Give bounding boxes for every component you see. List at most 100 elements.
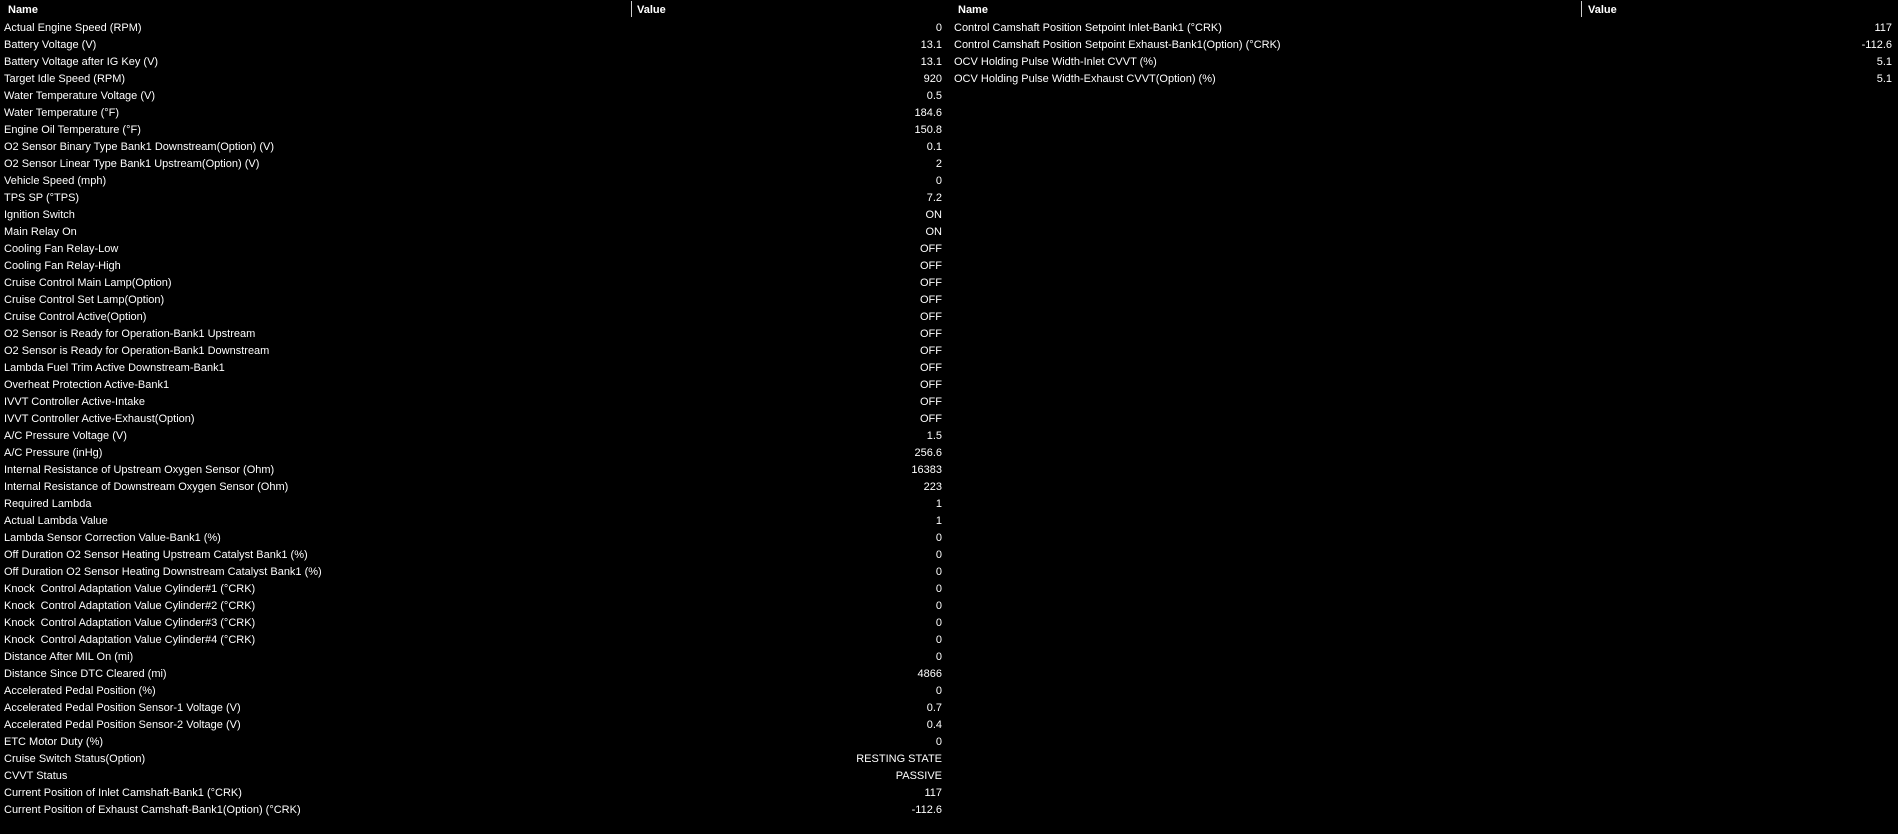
- table-row[interactable]: Lambda Sensor Correction Value-Bank1 (%)…: [0, 530, 950, 547]
- row-value: 2: [935, 158, 942, 170]
- row-name: Current Position of Inlet Camshaft-Bank1…: [4, 787, 242, 799]
- table-row[interactable]: Cooling Fan Relay-Low OFF: [0, 241, 950, 258]
- table-row[interactable]: Cooling Fan Relay-High OFF: [0, 258, 950, 275]
- table-row[interactable]: Cruise Switch Status(Option) RESTING STAT…: [0, 751, 950, 768]
- table-row[interactable]: Control Camshaft Position Setpoint Inlet…: [952, 20, 1898, 37]
- table-row[interactable]: IVVT Controller Active-Intake OFF: [0, 394, 950, 411]
- table-row[interactable]: O2 Sensor Binary Type Bank1 Downstream(O…: [0, 139, 950, 156]
- table-row[interactable]: Off Duration O2 Sensor Heating Downstrea…: [0, 564, 950, 581]
- table-row[interactable]: OCV Holding Pulse Width-Inlet CVVT (%) 5.…: [952, 54, 1898, 71]
- row-name: Distance After MIL On (mi): [4, 651, 134, 663]
- table-row[interactable]: Engine Oil Temperature (°F) 150.8: [0, 122, 950, 139]
- row-value: PASSIVE: [895, 770, 942, 782]
- table-row[interactable]: TPS SP (°TPS) 7.2: [0, 190, 950, 207]
- table-row[interactable]: Distance After MIL On (mi) 0: [0, 649, 950, 666]
- column-header-value[interactable]: Value: [637, 4, 666, 16]
- row-name: TPS SP (°TPS): [4, 192, 80, 204]
- row-value: 0.4: [926, 719, 942, 731]
- row-value: 1.5: [926, 430, 942, 442]
- row-name: O2 Sensor Linear Type Bank1 Upstream(Opt…: [4, 158, 260, 170]
- row-name: Knock Control Adaptation Value Cylinder#…: [4, 634, 256, 646]
- table-header: Name Value: [952, 0, 1898, 20]
- table-row[interactable]: Knock Control Adaptation Value Cylinder#…: [0, 615, 950, 632]
- table-row[interactable]: Control Camshaft Position Setpoint Exhau…: [952, 37, 1898, 54]
- row-name: Main Relay On: [4, 226, 77, 238]
- column-header-name[interactable]: Name: [958, 4, 988, 16]
- row-value: 5.1: [1876, 56, 1892, 68]
- table-row[interactable]: Vehicle Speed (mph) 0: [0, 173, 950, 190]
- table-row[interactable]: Accelerated Pedal Position Sensor-1 Volt…: [0, 700, 950, 717]
- table-row[interactable]: Distance Since DTC Cleared (mi) 4866: [0, 666, 950, 683]
- row-value: 256.6: [914, 447, 942, 459]
- column-resize-handle[interactable]: [1581, 1, 1582, 17]
- table-row[interactable]: Actual Engine Speed (RPM) 0: [0, 20, 950, 37]
- table-row[interactable]: IVVT Controller Active-Exhaust(Option) OF…: [0, 411, 950, 428]
- row-value: 0.7: [926, 702, 942, 714]
- table-row[interactable]: Off Duration O2 Sensor Heating Upstream …: [0, 547, 950, 564]
- table-row[interactable]: Accelerated Pedal Position (%) 0: [0, 683, 950, 700]
- row-value: 0: [935, 736, 942, 748]
- table-row[interactable]: Knock Control Adaptation Value Cylinder#…: [0, 581, 950, 598]
- row-value: OFF: [920, 328, 942, 340]
- table-row[interactable]: Required Lambda 1: [0, 496, 950, 513]
- table-row[interactable]: O2 Sensor is Ready for Operation-Bank1 U…: [0, 326, 950, 343]
- row-name: Knock Control Adaptation Value Cylinder#…: [4, 600, 256, 612]
- row-name: Cooling Fan Relay-High: [4, 260, 121, 272]
- row-value: OFF: [920, 362, 942, 374]
- row-value: 7.2: [926, 192, 942, 204]
- table-row[interactable]: Actual Lambda Value 1: [0, 513, 950, 530]
- table-row[interactable]: CVVT Status PASSIVE: [0, 768, 950, 785]
- row-value: 150.8: [914, 124, 942, 136]
- row-value: OFF: [920, 243, 942, 255]
- table-row[interactable]: Main Relay On ON: [0, 224, 950, 241]
- table-row[interactable]: Accelerated Pedal Position Sensor-2 Volt…: [0, 717, 950, 734]
- table-row[interactable]: OCV Holding Pulse Width-Exhaust CVVT(Opt…: [952, 71, 1898, 88]
- column-header-value[interactable]: Value: [1588, 4, 1617, 16]
- table-row[interactable]: A/C Pressure Voltage (V) 1.5: [0, 428, 950, 445]
- table-row[interactable]: Cruise Control Set Lamp(Option) OFF: [0, 292, 950, 309]
- row-value: 5.1: [1876, 73, 1892, 85]
- row-name: O2 Sensor Binary Type Bank1 Downstream(O…: [4, 141, 275, 153]
- row-value: OFF: [920, 260, 942, 272]
- column-resize-handle[interactable]: [631, 1, 632, 17]
- table-row[interactable]: Current Position of Inlet Camshaft-Bank1…: [0, 785, 950, 802]
- row-name: Internal Resistance of Downstream Oxygen…: [4, 481, 289, 493]
- table-body: Control Camshaft Position Setpoint Inlet…: [952, 20, 1898, 88]
- row-name: Cruise Control Active(Option): [4, 311, 147, 323]
- row-value: 0: [935, 651, 942, 663]
- table-row[interactable]: Overheat Protection Active-Bank1 OFF: [0, 377, 950, 394]
- row-value: 4866: [917, 668, 942, 680]
- row-name: O2 Sensor is Ready for Operation-Bank1 U…: [4, 328, 256, 340]
- table-row[interactable]: Cruise Control Main Lamp(Option) OFF: [0, 275, 950, 292]
- row-value: 117: [924, 787, 942, 799]
- row-name: Actual Engine Speed (RPM): [4, 22, 142, 34]
- table-row[interactable]: O2 Sensor is Ready for Operation-Bank1 D…: [0, 343, 950, 360]
- table-row[interactable]: A/C Pressure (inHg) 256.6: [0, 445, 950, 462]
- table-row[interactable]: Knock Control Adaptation Value Cylinder#…: [0, 598, 950, 615]
- table-row[interactable]: Ignition Switch ON: [0, 207, 950, 224]
- column-header-name[interactable]: Name: [8, 4, 38, 16]
- table-row[interactable]: Cruise Control Active(Option) OFF: [0, 309, 950, 326]
- table-row[interactable]: Water Temperature (°F) 184.6: [0, 105, 950, 122]
- row-name: Current Position of Exhaust Camshaft-Ban…: [4, 804, 301, 816]
- table-row[interactable]: Lambda Fuel Trim Active Downstream-Bank1…: [0, 360, 950, 377]
- row-name: Internal Resistance of Upstream Oxygen S…: [4, 464, 275, 476]
- table-row[interactable]: Battery Voltage after IG Key (V) 13.1: [0, 54, 950, 71]
- row-name: Accelerated Pedal Position Sensor-2 Volt…: [4, 719, 241, 731]
- table-row[interactable]: Target Idle Speed (RPM) 920: [0, 71, 950, 88]
- row-value: 0: [935, 549, 942, 561]
- row-name: IVVT Controller Active-Intake: [4, 396, 146, 408]
- table-row[interactable]: Internal Resistance of Upstream Oxygen S…: [0, 462, 950, 479]
- table-row[interactable]: O2 Sensor Linear Type Bank1 Upstream(Opt…: [0, 156, 950, 173]
- row-name: Off Duration O2 Sensor Heating Upstream …: [4, 549, 308, 561]
- table-row[interactable]: Battery Voltage (V) 13.1: [0, 37, 950, 54]
- table-row[interactable]: Internal Resistance of Downstream Oxygen…: [0, 479, 950, 496]
- row-value: ON: [925, 209, 943, 221]
- table-row[interactable]: Knock Control Adaptation Value Cylinder#…: [0, 632, 950, 649]
- row-name: Target Idle Speed (RPM): [4, 73, 126, 85]
- table-row[interactable]: Current Position of Exhaust Camshaft-Ban…: [0, 802, 950, 819]
- table-row[interactable]: ETC Motor Duty (%) 0: [0, 734, 950, 751]
- row-name: Off Duration O2 Sensor Heating Downstrea…: [4, 566, 322, 578]
- table-row[interactable]: Water Temperature Voltage (V) 0.5: [0, 88, 950, 105]
- row-name: Cruise Control Main Lamp(Option): [4, 277, 172, 289]
